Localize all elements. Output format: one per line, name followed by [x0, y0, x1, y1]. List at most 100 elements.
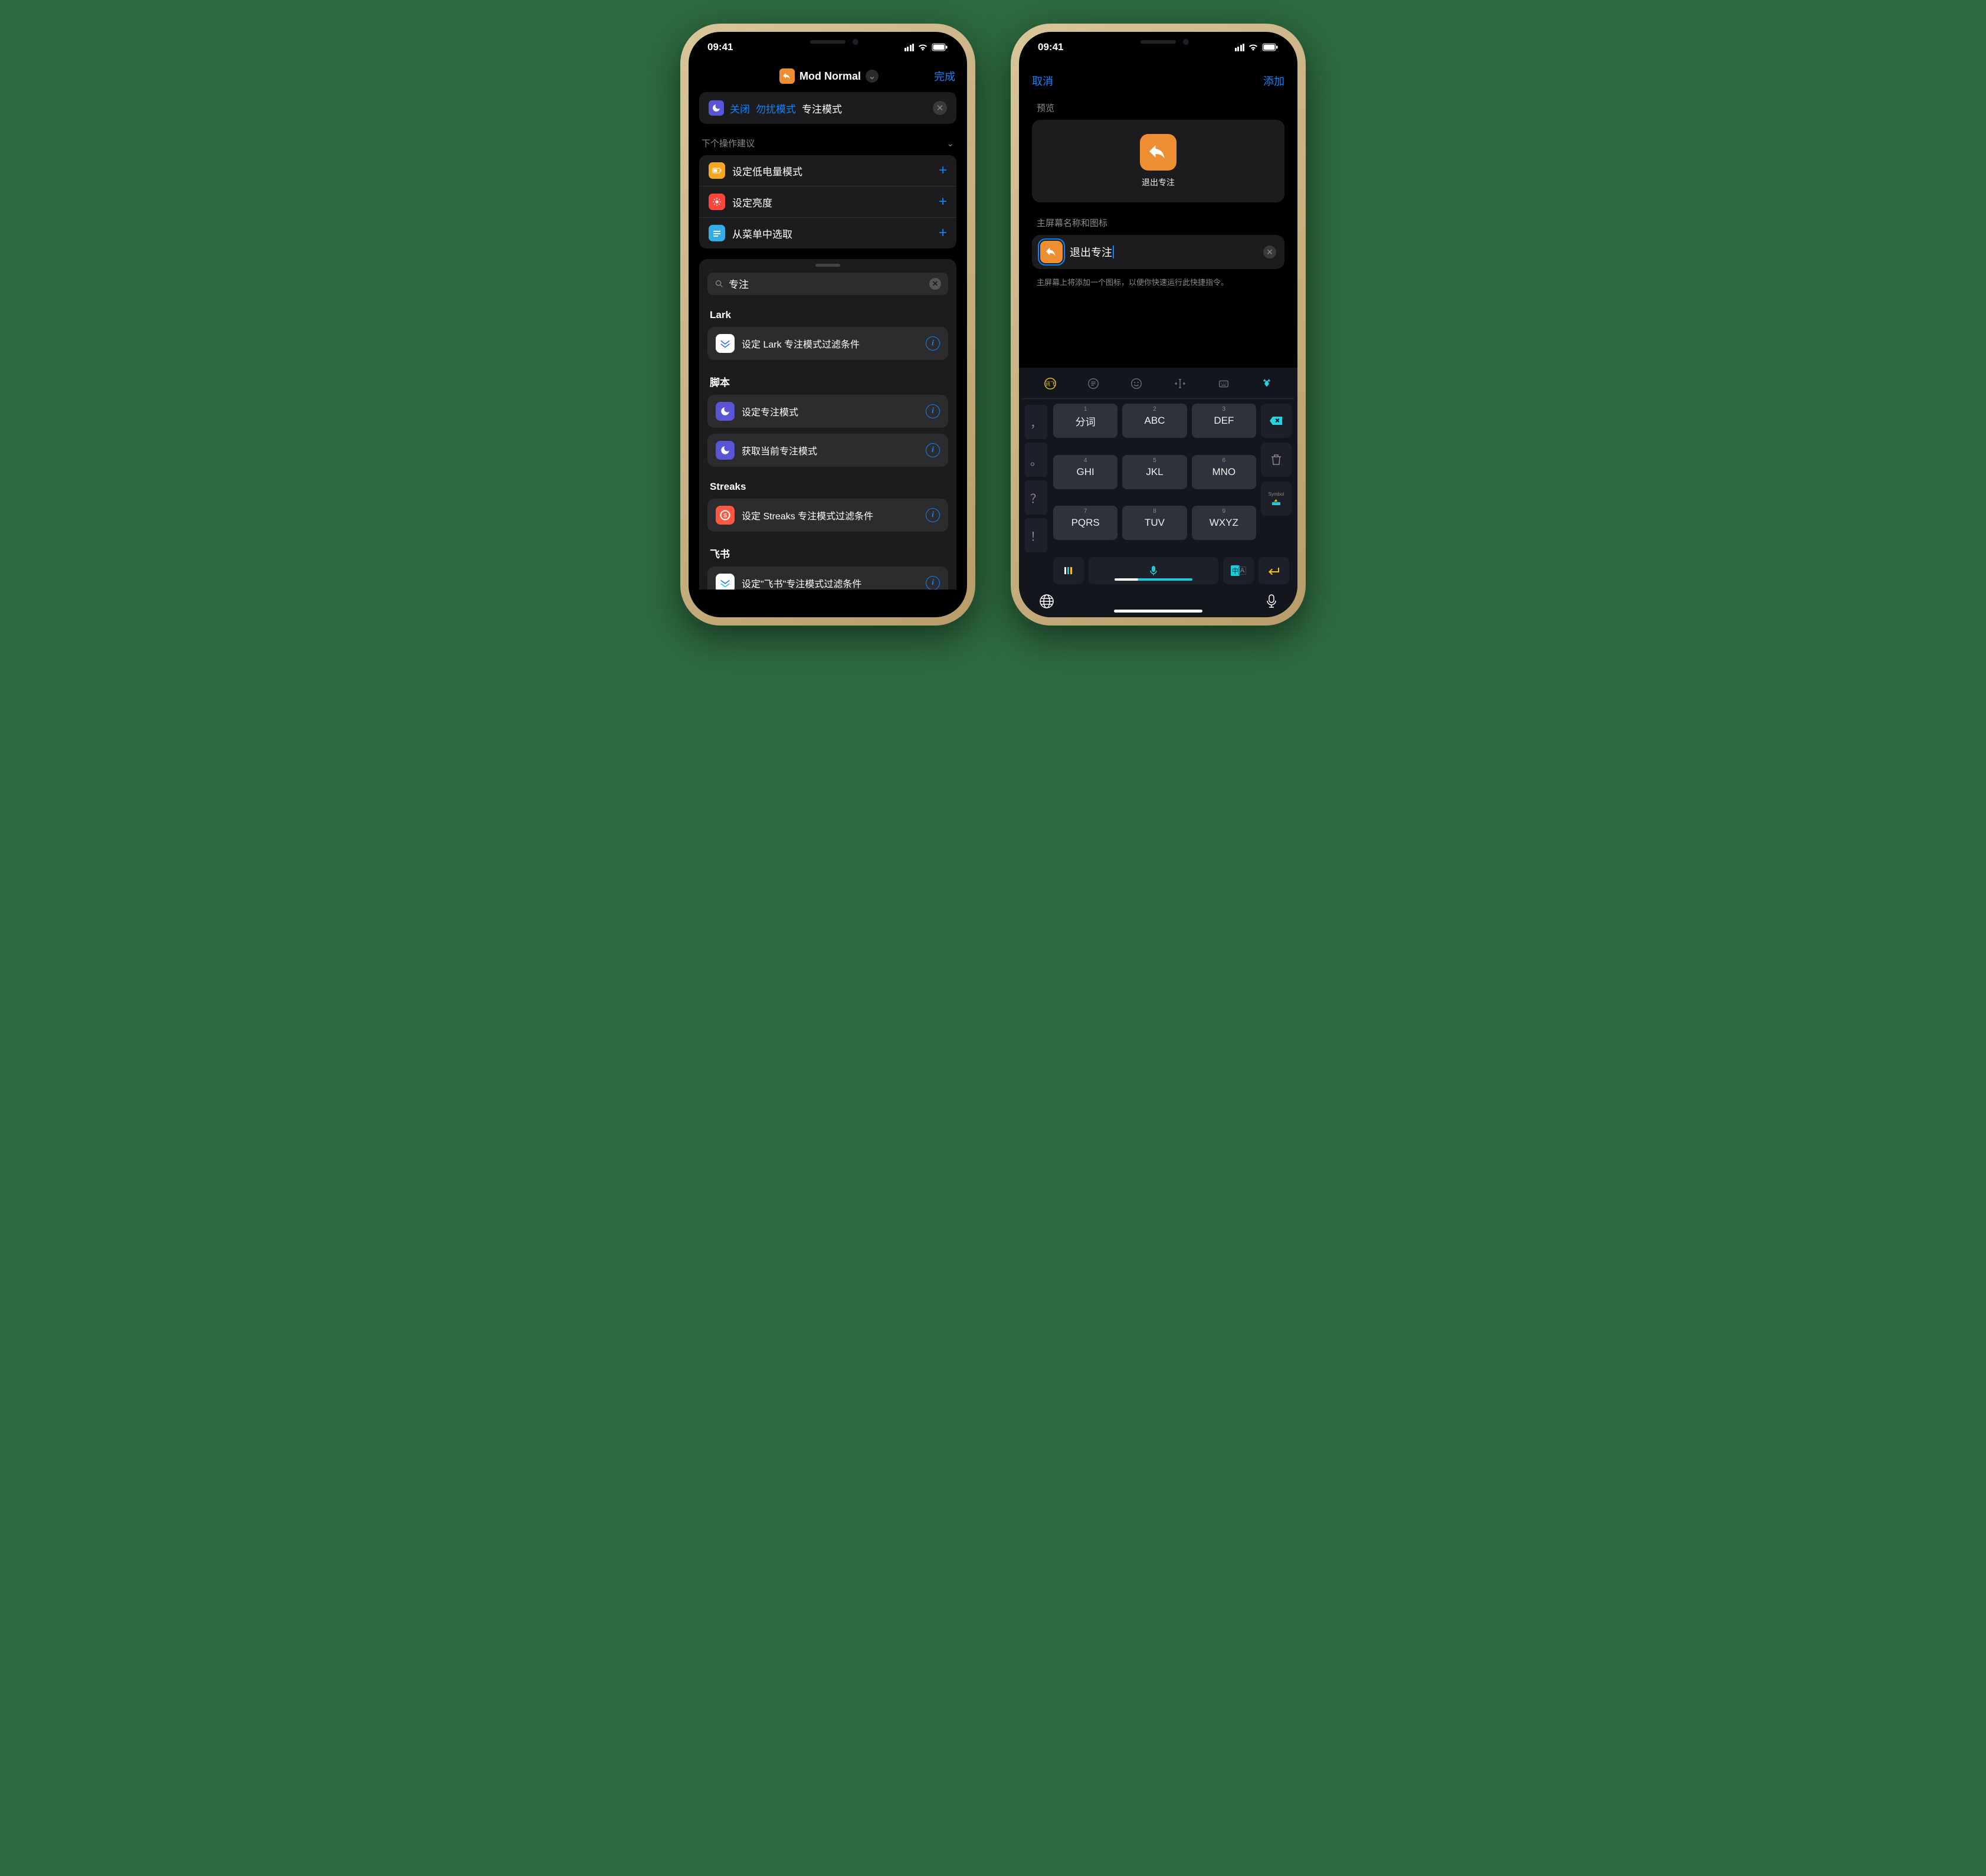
grabber-handle[interactable]: [815, 264, 840, 267]
info-icon[interactable]: i: [926, 404, 940, 418]
plus-icon[interactable]: +: [939, 225, 947, 241]
dictation-key[interactable]: [1266, 594, 1277, 609]
result-group-header: 飞书: [707, 538, 948, 567]
screen-right: 09:41 取消 添加 预览 退出专注 主屏幕名称和图标 退出专注: [1019, 32, 1297, 617]
action-state: 专注模式: [802, 101, 842, 116]
plus-icon[interactable]: +: [939, 162, 947, 179]
info-icon[interactable]: i: [926, 336, 940, 351]
name-section-label: 主屏幕名称和图标: [1019, 202, 1297, 235]
chevron-down-icon[interactable]: ⌄: [946, 138, 954, 149]
key-tuv[interactable]: 8TUV: [1122, 506, 1187, 540]
key-wxyz[interactable]: 9WXYZ: [1192, 506, 1256, 540]
search-results[interactable]: Lark 设定 Lark 专注模式过滤条件 i脚本 设定专注模式 i 获取当前专…: [699, 301, 956, 590]
keyboard: 讯飞 ，。？！ 1分词2ABC3: [1019, 368, 1297, 617]
punct-key[interactable]: ！: [1025, 518, 1047, 552]
action-mode[interactable]: 勿扰模式: [756, 101, 796, 116]
kb-bottom-row: [1023, 584, 1294, 609]
result-label: 设定"飞书"专注模式过滤条件: [742, 576, 919, 590]
kb-tool-emoji[interactable]: [1130, 377, 1143, 390]
action-focus-mode[interactable]: 关闭 勿扰模式 专注模式 ✕: [699, 92, 956, 124]
result-row[interactable]: 获取当前专注模式 i: [707, 434, 948, 467]
punct-key[interactable]: ？: [1025, 480, 1047, 515]
battery-icon: [709, 162, 725, 179]
result-row[interactable]: 设定 Lark 专注模式过滤条件 i: [707, 327, 948, 360]
sun-icon: [709, 194, 725, 210]
plus-icon[interactable]: +: [939, 194, 947, 210]
result-label: 设定 Lark 专注模式过滤条件: [742, 336, 919, 351]
result-row[interactable]: 设定"飞书"专注模式过滤条件 i: [707, 567, 948, 590]
list-icon: [709, 225, 725, 241]
chevron-down-icon[interactable]: ⌄: [866, 70, 879, 83]
name-input[interactable]: 退出专注: [1070, 244, 1112, 260]
add-button[interactable]: 添加: [1263, 73, 1284, 89]
shortcut-icon: [779, 68, 795, 84]
kb-main-keys: 1分词2ABC3DEF 4GHI5JKL6MNO 7PQRS8TUV9WXYZ: [1048, 404, 1261, 552]
nav-bar: 取消 添加: [1019, 63, 1297, 94]
shortcut-preview-icon: [1140, 134, 1176, 171]
suggestion-menu[interactable]: 从菜单中选取 +: [699, 218, 956, 248]
clear-action-icon[interactable]: ✕: [933, 101, 947, 115]
nav-bar: Mod Normal ⌄ 完成: [689, 63, 967, 92]
status-right: [904, 43, 949, 51]
kb-lang-key[interactable]: 中A: [1223, 557, 1254, 584]
punct-key[interactable]: 。: [1025, 443, 1047, 477]
streaks-icon: S: [716, 506, 735, 525]
wifi-icon: [917, 43, 928, 51]
info-icon[interactable]: i: [926, 443, 940, 457]
moon-icon: [709, 100, 724, 116]
clear-name-icon[interactable]: ✕: [1263, 245, 1276, 258]
suggestion-low-power[interactable]: 设定低电量模式 +: [699, 155, 956, 186]
key-ghi[interactable]: 4GHI: [1053, 455, 1117, 489]
key-def[interactable]: 3DEF: [1192, 404, 1256, 438]
phone-left: 09:41 Mod Normal ⌄ 完成: [680, 24, 975, 626]
globe-key[interactable]: [1039, 594, 1054, 609]
key-jkl[interactable]: 5JKL: [1122, 455, 1187, 489]
delete-key[interactable]: [1261, 443, 1292, 477]
backspace-key[interactable]: [1261, 404, 1292, 438]
punct-key[interactable]: ，: [1025, 405, 1047, 439]
suggestion-list: 设定低电量模式 + 设定亮度 + 从菜单中选取 +: [699, 155, 956, 248]
search-field[interactable]: ✕: [707, 273, 948, 295]
spacebar-mic-key[interactable]: [1089, 557, 1218, 584]
home-indicator[interactable]: [1114, 610, 1202, 613]
key-abc[interactable]: 2ABC: [1122, 404, 1187, 438]
notch: [1099, 32, 1217, 52]
cancel-button[interactable]: 取消: [1032, 73, 1053, 89]
key-分词[interactable]: 1分词: [1053, 404, 1117, 438]
kb-tool-clipboard[interactable]: [1087, 377, 1100, 390]
symbol-key[interactable]: Symbol: [1261, 482, 1292, 516]
search-input[interactable]: [729, 278, 925, 290]
preview-card: 退出专注: [1032, 120, 1284, 202]
done-button[interactable]: 完成: [934, 68, 955, 84]
clear-search-icon[interactable]: ✕: [929, 278, 941, 290]
feishu-icon: [716, 574, 735, 590]
kb-switch-key[interactable]: [1053, 557, 1084, 584]
battery-icon: [932, 43, 948, 51]
result-row[interactable]: 设定专注模式 i: [707, 395, 948, 428]
screen-left: 09:41 Mod Normal ⌄ 完成: [689, 32, 967, 617]
nav-title[interactable]: Mod Normal ⌄: [779, 68, 879, 84]
kb-tool-cursor[interactable]: [1173, 377, 1187, 390]
kb-tool-ime[interactable]: 讯飞: [1044, 377, 1057, 390]
info-icon[interactable]: i: [926, 576, 940, 590]
suggestions-header[interactable]: 下个操作建议 ⌄: [699, 133, 956, 155]
kb-tool-deer[interactable]: [1260, 377, 1273, 390]
kb-punct-column: ， 。？！: [1023, 404, 1048, 552]
edit-icon-button[interactable]: [1040, 241, 1063, 263]
status-right: [1235, 43, 1279, 51]
search-panel: ✕ Lark 设定 Lark 专注模式过滤条件 i脚本 设定专注模式 i 获取当…: [699, 259, 956, 590]
result-row[interactable]: S 设定 Streaks 专注模式过滤条件 i: [707, 499, 948, 532]
lark-icon: [716, 334, 735, 353]
result-group-header: Lark: [707, 301, 948, 327]
key-mno[interactable]: 6MNO: [1192, 455, 1256, 489]
key-pqrs[interactable]: 7PQRS: [1053, 506, 1117, 540]
kb-tool-keyboard[interactable]: [1217, 377, 1230, 390]
kb-enter-key[interactable]: [1259, 557, 1289, 584]
result-label: 获取当前专注模式: [742, 443, 919, 457]
suggestion-brightness[interactable]: 设定亮度 +: [699, 186, 956, 218]
signal-icon: [904, 44, 915, 51]
status-time: 09:41: [707, 41, 733, 53]
shortcut-preview-name: 退出专注: [1142, 176, 1175, 188]
info-icon[interactable]: i: [926, 508, 940, 522]
action-toggle[interactable]: 关闭: [730, 101, 750, 116]
